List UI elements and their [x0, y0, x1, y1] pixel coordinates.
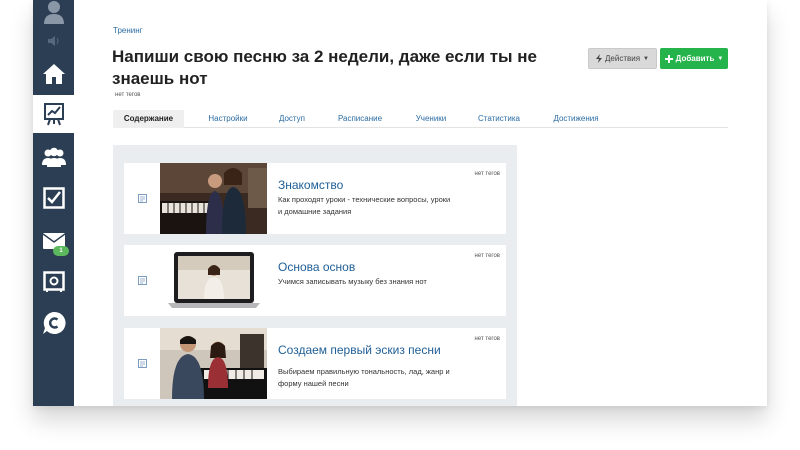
lesson-card[interactable]: Создаем первый эскиз песни Выбираем прав… [124, 328, 506, 399]
lesson-tags[interactable]: нет тегов [475, 336, 500, 342]
lesson-card[interactable]: Основа основ Учимся записывать музыку бе… [124, 245, 506, 316]
lesson-thumbnail[interactable] [160, 245, 267, 316]
lessons-list: Знакомство Как проходят уроки - техничес… [113, 145, 517, 406]
lesson-handle[interactable] [124, 245, 160, 316]
tab-students[interactable]: Ученики [408, 110, 454, 128]
breadcrumb[interactable]: Тренинг [113, 26, 143, 35]
caret-down-icon: ▼ [717, 55, 724, 62]
lesson-card[interactable]: Знакомство Как проходят уроки - техничес… [124, 163, 506, 234]
lesson-description: Выбираем правильную тональность, лад, жа… [278, 367, 450, 388]
sidebar-item-home[interactable] [33, 55, 74, 93]
speaker-icon [47, 36, 58, 46]
add-button-label: Добавить [675, 54, 715, 63]
lesson-thumbnail[interactable] [160, 328, 267, 399]
safe-icon [42, 271, 65, 292]
add-button[interactable]: Добавить ▼ [660, 48, 728, 69]
sidebar-item-chat[interactable] [33, 304, 74, 342]
lesson-title[interactable]: Создаем первый эскиз песни [278, 343, 458, 357]
lesson-handle[interactable] [124, 163, 160, 234]
chart-board-icon [43, 103, 64, 126]
tab-achievements[interactable]: Достижения [545, 110, 607, 128]
checkbox-icon [42, 187, 65, 209]
sidebar-item-messages[interactable]: 1 [33, 222, 74, 260]
unread-badge: 1 [53, 246, 69, 256]
sidebar-item-tasks[interactable] [33, 179, 74, 217]
lesson-title[interactable]: Основа основ [278, 260, 458, 274]
lesson-page-icon [137, 359, 147, 368]
lesson-title[interactable]: Знакомство [278, 178, 458, 192]
lesson-page-icon [137, 194, 147, 203]
actions-button[interactable]: Действия ▼ [588, 48, 657, 69]
home-icon [42, 64, 65, 84]
lesson-thumbnail[interactable] [160, 163, 267, 234]
actions-button-label: Действия [604, 54, 641, 63]
lesson-page-icon [137, 276, 147, 285]
plus-icon [664, 54, 673, 63]
chat-icon [42, 311, 66, 334]
tab-statistics[interactable]: Статистика [470, 110, 528, 128]
sidebar-item-trainings[interactable] [33, 95, 74, 133]
tab-access[interactable]: Доступ [272, 110, 312, 128]
sidebar-item-sound[interactable] [33, 24, 74, 58]
app-window: 1 Тренинг Напиши свою песню за 2 недели,… [33, 0, 767, 406]
tags-label[interactable]: нет тегов [115, 92, 140, 98]
lesson-description: Как проходят уроки - технические вопросы… [278, 195, 451, 216]
bolt-icon [595, 54, 602, 63]
lesson-tags[interactable]: нет тегов [475, 171, 500, 177]
user-icon [43, 1, 64, 24]
sidebar-item-sales[interactable] [33, 263, 74, 301]
lesson-tags[interactable]: нет тегов [475, 253, 500, 259]
lesson-description: Учимся записывать музыку без знания нот [278, 277, 427, 286]
piano-duo-photo [160, 163, 267, 234]
tab-bar: Содержание Настройки Доступ Расписание У… [113, 108, 728, 128]
tab-settings[interactable]: Настройки [201, 110, 255, 128]
page-title: Напиши свою песню за 2 недели, даже если… [112, 47, 538, 88]
laptop-video-photo [160, 245, 267, 316]
caret-down-icon: ▼ [643, 55, 649, 62]
tab-content[interactable]: Содержание [113, 110, 184, 128]
users-icon [41, 147, 66, 167]
piano-lesson-photo [160, 328, 267, 399]
screen: 1 Тренинг Напиши свою песню за 2 недели,… [0, 0, 800, 450]
sidebar: 1 [33, 0, 74, 406]
tab-schedule[interactable]: Расписание [330, 110, 390, 128]
lesson-handle[interactable] [124, 328, 160, 399]
sidebar-item-users[interactable] [33, 138, 74, 176]
